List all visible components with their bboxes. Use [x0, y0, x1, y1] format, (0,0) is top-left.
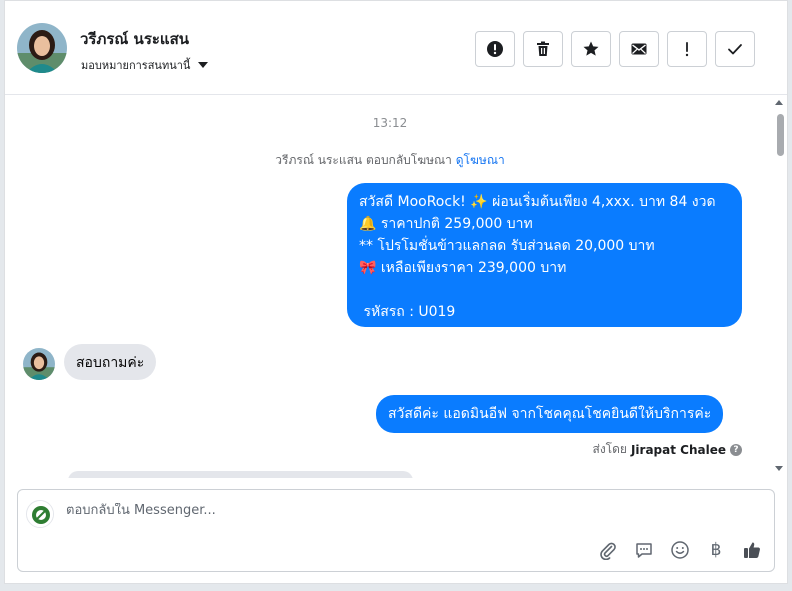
message-timestamp: 13:12	[372, 116, 408, 130]
trash-icon	[537, 41, 549, 56]
message-thread[interactable]: 13:12 วรีภรณ์ นระแสน ตอบกลับโฆษณา ดูโฆษณ…	[5, 96, 787, 478]
conversation-panel: วรีภรณ์ นระแสน มอบหมายการสนทนานี้ 13:12 …	[4, 0, 788, 584]
sent-by-label: ส่งโดย	[592, 442, 627, 456]
outgoing-promo-message[interactable]: สวัสดี MooRock! ✨ ผ่อนเริ่มต้นเพียง 4,xx…	[347, 183, 742, 327]
delete-button[interactable]	[523, 31, 563, 67]
promo-line: รหัสรถ : U019	[359, 304, 456, 320]
incoming-message[interactable]: สอบถามค่ะ	[64, 344, 157, 380]
star-button[interactable]	[571, 31, 611, 67]
alert-circle-icon	[487, 41, 503, 57]
thumbs-up-icon	[744, 542, 760, 558]
message-composer: ฿	[17, 489, 775, 572]
conversation-header: วรีภรณ์ นระแสน มอบหมายการสนทนานี้	[5, 1, 787, 95]
header-actions	[475, 31, 755, 67]
sent-by-name: Jirapat Chalee	[630, 442, 726, 457]
scroll-down-arrow-icon[interactable]	[775, 466, 783, 471]
ad-reply-text: วรีภรณ์ นระแสน ตอบกลับโฆษณา	[275, 153, 452, 167]
baht-icon: ฿	[710, 540, 722, 560]
smiley-icon	[671, 541, 689, 559]
mark-done-button[interactable]	[715, 31, 755, 67]
promo-line: 🔔 ราคาปกติ 259,000 บาท	[359, 216, 533, 232]
envelope-icon	[631, 43, 647, 55]
page-avatar	[26, 500, 54, 528]
assign-conversation-dropdown[interactable]: มอบหมายการสนทนานี้	[81, 56, 209, 74]
ad-reply-note: วรีภรณ์ นระแสน ตอบกลับโฆษณา ดูโฆษณา	[5, 151, 775, 170]
like-button[interactable]	[740, 538, 764, 562]
outgoing-message[interactable]: สวัสดีค่ะ แอดมินอีฟ จากโชคคุณโชคยินดีให้…	[376, 395, 724, 433]
check-icon	[728, 44, 742, 55]
follow-up-button[interactable]	[667, 31, 707, 67]
attach-button[interactable]	[596, 538, 620, 562]
mark-unread-button[interactable]	[619, 31, 659, 67]
composer-tools: ฿	[596, 538, 764, 562]
promo-line: 🎀 เหลือเพียงราคา 239,000 บาท	[359, 260, 567, 276]
mark-spam-button[interactable]	[475, 31, 515, 67]
payment-button[interactable]: ฿	[704, 538, 728, 562]
star-icon	[583, 41, 599, 56]
contact-avatar[interactable]	[17, 23, 67, 73]
contact-avatar-small[interactable]	[23, 348, 55, 380]
sent-by-info: ส่งโดย Jirapat Chalee ?	[592, 440, 742, 459]
chat-bubble-icon	[636, 543, 652, 558]
scroll-up-arrow-icon[interactable]	[775, 100, 783, 105]
promo-line: ** โปรโมชั่นข้าวแลกลด รับส่วนลด 20,000 บ…	[359, 238, 655, 254]
view-ad-link[interactable]: ดูโฆษณา	[456, 153, 505, 167]
saved-replies-button[interactable]	[632, 538, 656, 562]
incoming-message-partial[interactable]	[68, 471, 413, 478]
help-icon[interactable]: ?	[730, 443, 742, 456]
message-input[interactable]	[66, 503, 746, 518]
emoji-button[interactable]	[668, 538, 692, 562]
promo-line: ​	[359, 279, 730, 301]
promo-line: สวัสดี MooRock! ✨ ผ่อนเริ่มต้นเพียง 4,xx…	[359, 194, 716, 210]
assign-label: มอบหมายการสนทนานี้	[81, 59, 191, 72]
contact-name[interactable]: วรีภรณ์ นระแสน	[80, 27, 189, 51]
exclamation-icon	[685, 42, 689, 57]
paperclip-icon	[600, 542, 616, 560]
caret-down-icon	[198, 62, 209, 68]
scrollbar-thumb[interactable]	[777, 114, 784, 156]
